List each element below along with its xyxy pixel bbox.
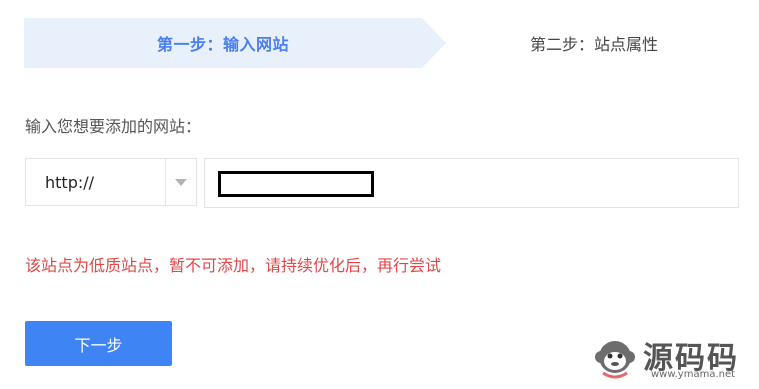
step-1-arrow <box>422 18 446 68</box>
input-prompt: 输入您想要添加的网站： <box>25 117 202 136</box>
protocol-value: http:// <box>45 172 95 192</box>
watermark: 源码码 www.ymama.net <box>593 333 753 385</box>
step-2: 第二步：站点属性 <box>454 18 734 68</box>
watermark-url: www.ymama.net <box>651 369 736 380</box>
protocol-select[interactable]: http:// <box>25 158 197 206</box>
url-field[interactable] <box>204 158 739 208</box>
chevron-down-icon[interactable] <box>166 178 196 186</box>
next-step-button[interactable]: 下一步 <box>25 321 172 366</box>
step-2-label: 第二步：站点属性 <box>529 35 658 54</box>
step-1-label: 第一步：输入网站 <box>156 35 289 54</box>
url-input[interactable] <box>205 159 738 207</box>
monkey-logo-icon <box>595 341 635 379</box>
error-message: 该站点为低质站点，暂不可添加，请持续优化后，再行尝试 <box>25 256 442 275</box>
steps-bar: 第一步：输入网站 第二步：站点属性 <box>24 18 734 68</box>
step-1-active: 第一步：输入网站 <box>24 18 422 68</box>
